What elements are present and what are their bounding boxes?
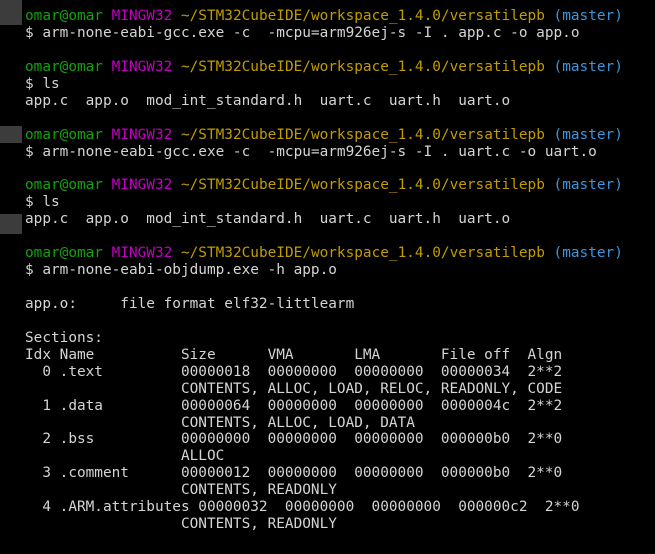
command-line: $ ls bbox=[25, 194, 60, 211]
prompt-host: MINGW32 bbox=[111, 177, 173, 194]
scroll-marker bbox=[0, 214, 22, 234]
output-line: 0 .text 00000018 00000000 00000000 00000… bbox=[25, 363, 563, 380]
output-line: app.o: file format elf32-littlearm bbox=[25, 295, 355, 312]
output-line: CONTENTS, READONLY bbox=[25, 482, 337, 499]
output-line: CONTENTS, ALLOC, LOAD, DATA bbox=[25, 414, 415, 431]
prompt-host: MINGW32 bbox=[111, 58, 173, 75]
prompt-host: MINGW32 bbox=[111, 8, 173, 24]
terminal-output: omar@omar MINGW32 ~/STM32CubeIDE/workspa… bbox=[25, 8, 655, 533]
prompt-path: ~/STM32CubeIDE/workspace_1.4.0/versatile… bbox=[180, 126, 545, 143]
command-line: $ arm-none-eabi-gcc.exe -c -mcpu=arm926e… bbox=[25, 143, 597, 160]
prompt-user: omar@omar bbox=[25, 8, 103, 24]
prompt-user: omar@omar bbox=[25, 245, 103, 262]
prompt-host: MINGW32 bbox=[111, 126, 173, 143]
terminal-window[interactable]: omar@omar MINGW32 ~/STM32CubeIDE/workspa… bbox=[0, 0, 655, 554]
output-line: Sections: bbox=[25, 329, 103, 346]
output-line: 2 .bss 00000000 00000000 00000000 000000… bbox=[25, 431, 563, 448]
command-line: $ arm-none-eabi-objdump.exe -h app.o bbox=[25, 262, 337, 279]
prompt-line: omar@omar MINGW32 ~/STM32CubeIDE/workspa… bbox=[25, 127, 655, 144]
prompt-line: omar@omar MINGW32 ~/STM32CubeIDE/workspa… bbox=[25, 59, 655, 76]
prompt-line: omar@omar MINGW32 ~/STM32CubeIDE/workspa… bbox=[25, 8, 655, 25]
output-line: CONTENTS, ALLOC, LOAD, RELOC, READONLY, … bbox=[25, 380, 563, 397]
prompt-path: ~/STM32CubeIDE/workspace_1.4.0/versatile… bbox=[180, 58, 545, 75]
prompt-line: omar@omar MINGW32 ~/STM32CubeIDE/workspa… bbox=[25, 245, 655, 262]
prompt-host: MINGW32 bbox=[111, 245, 173, 262]
output-line: 4 .ARM.attributes 00000032 00000000 0000… bbox=[25, 499, 580, 516]
output-line: Idx Name Size VMA LMA File off Algn bbox=[25, 346, 563, 363]
scroll-marker bbox=[0, 0, 22, 25]
output-line: app.c app.o mod_int_standard.h uart.c ua… bbox=[25, 92, 511, 109]
command-line: $ arm-none-eabi-gcc.exe -c -mcpu=arm926e… bbox=[25, 24, 580, 41]
prompt-branch: (master) bbox=[553, 58, 623, 75]
command-line: $ ls bbox=[25, 75, 60, 92]
prompt-branch: (master) bbox=[553, 8, 623, 24]
prompt-line: omar@omar MINGW32 ~/STM32CubeIDE/workspa… bbox=[25, 177, 655, 194]
prompt-user: omar@omar bbox=[25, 177, 103, 194]
prompt-branch: (master) bbox=[553, 177, 623, 194]
prompt-path: ~/STM32CubeIDE/workspace_1.4.0/versatile… bbox=[180, 245, 545, 262]
prompt-user: omar@omar bbox=[25, 58, 103, 75]
output-line: 3 .comment 00000012 00000000 00000000 00… bbox=[25, 465, 563, 482]
prompt-path: ~/STM32CubeIDE/workspace_1.4.0/versatile… bbox=[180, 177, 545, 194]
prompt-branch: (master) bbox=[553, 245, 623, 262]
output-line: app.c app.o mod_int_standard.h uart.c ua… bbox=[25, 211, 511, 228]
prompt-branch: (master) bbox=[553, 126, 623, 143]
prompt-path: ~/STM32CubeIDE/workspace_1.4.0/versatile… bbox=[180, 8, 545, 24]
output-line: ALLOC bbox=[25, 448, 225, 465]
scroll-marker bbox=[0, 126, 22, 143]
output-line: CONTENTS, READONLY bbox=[25, 516, 337, 533]
prompt-user: omar@omar bbox=[25, 126, 103, 143]
output-line: 1 .data 00000064 00000000 00000000 00000… bbox=[25, 397, 563, 414]
